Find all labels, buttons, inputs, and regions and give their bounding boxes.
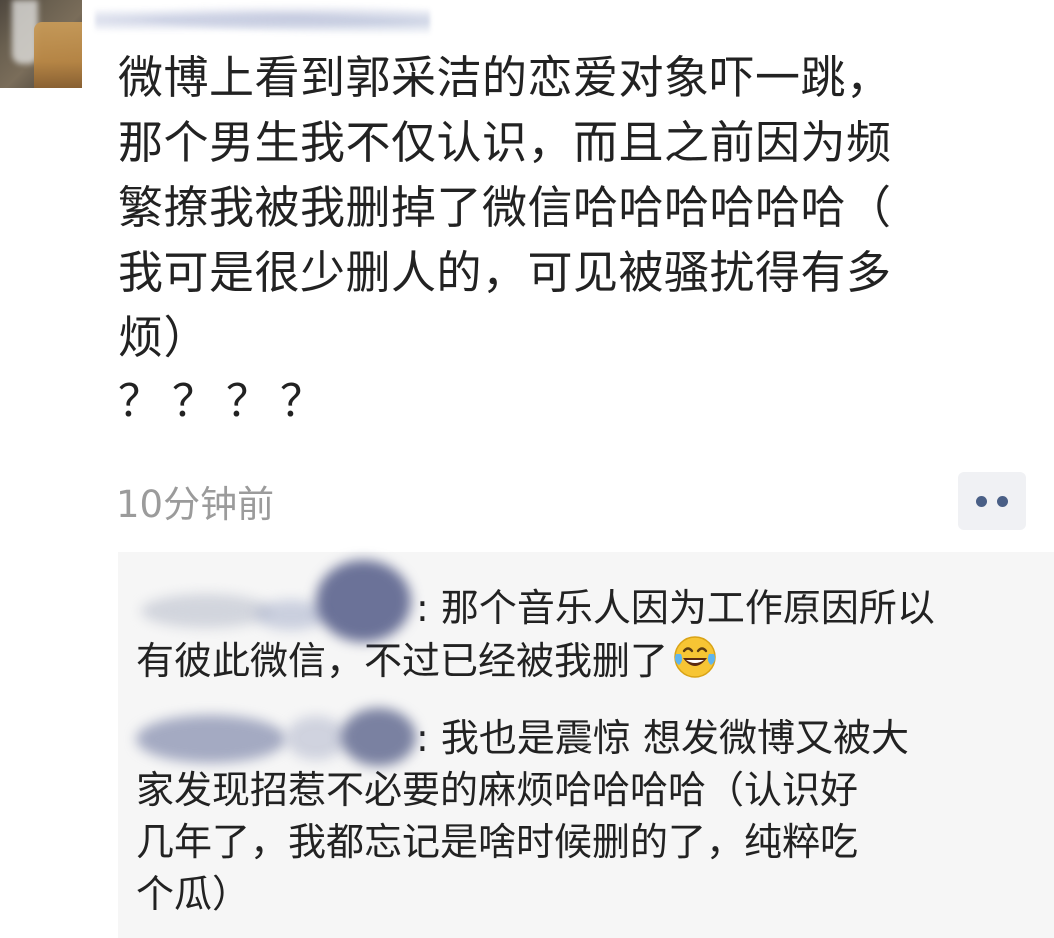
post-timestamp: 10分钟前 [116,483,275,526]
blur-mask [341,707,416,766]
more-dot-icon [976,495,987,507]
blur-mask [136,714,286,763]
comment-separator: : [416,586,429,630]
blur-mask [286,715,346,760]
comment-item[interactable]: : 那个音乐人因为工作原因所以 有彼此微信，不过已经被我删了 [136,559,1036,687]
blur-mask [316,559,411,642]
username-blurred[interactable] [95,5,430,35]
comment-author-blurred[interactable] [136,559,416,642]
laughing-tears-emoji-icon [674,636,716,678]
comments-area: : 那个音乐人因为工作原因所以 有彼此微信，不过已经被我删了 : 我也是震惊 想… [118,552,1054,938]
post-text: 微博上看到郭采洁的恋爱对象吓一跳， 那个男生我不仅认识，而且之前因为频 繁撩我被… [118,51,892,364]
more-options-button[interactable] [958,472,1026,530]
comment-separator: : [416,716,429,760]
more-dot-icon [997,495,1008,507]
post-question-marks: ？？？？ [118,376,334,427]
comment-item[interactable]: : 我也是震惊 想发微博又被大 家发现招惹不必要的麻烦哈哈哈哈（认识好 几年了，… [136,707,1036,920]
blur-mask [141,593,271,628]
avatar[interactable] [0,0,82,88]
wechat-moments-post: 微博上看到郭采洁的恋爱对象吓一跳， 那个男生我不仅认识，而且之前因为频 繁撩我被… [0,0,1054,938]
comment-author-blurred[interactable] [136,707,416,766]
